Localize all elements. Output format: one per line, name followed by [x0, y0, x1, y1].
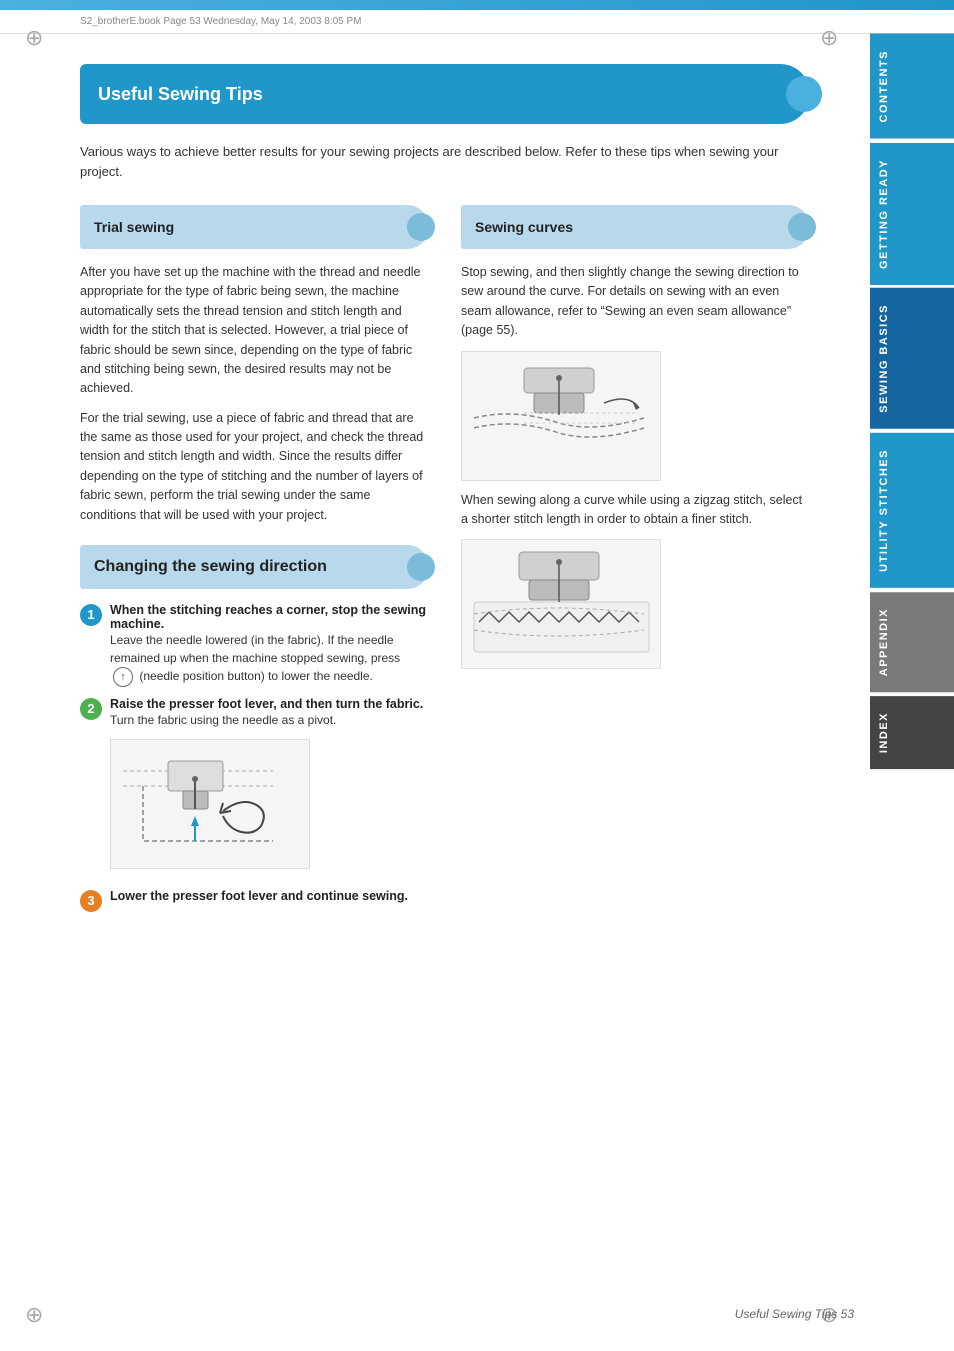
two-column-layout: Trial sewing After you have set up the m…	[80, 205, 810, 922]
content-area: Useful Sewing Tips Various ways to achie…	[0, 34, 870, 1314]
changing-direction-header: Changing the sewing direction	[80, 545, 429, 589]
step-1-content: When the stitching reaches a corner, sto…	[110, 603, 429, 687]
step-3-content: Lower the presser foot lever and continu…	[110, 889, 429, 903]
sidebar-tab-getting-ready[interactable]: GETTING READY	[870, 143, 954, 285]
step-1: 1 When the stitching reaches a corner, s…	[80, 603, 429, 687]
step-3-bold: Lower the presser foot lever and continu…	[110, 889, 429, 903]
needle-position-icon	[113, 667, 133, 687]
curve-sewing-svg-2	[464, 542, 659, 667]
curve-sewing-illustration-1	[461, 351, 661, 481]
left-column: Trial sewing After you have set up the m…	[80, 205, 429, 922]
step-2-number: 2	[80, 698, 102, 720]
changing-direction-title: Changing the sewing direction	[94, 558, 327, 576]
step-3: 3 Lower the presser foot lever and conti…	[80, 889, 429, 912]
trial-sewing-body2: For the trial sewing, use a piece of fab…	[80, 409, 429, 525]
step-2-bold: Raise the presser foot lever, and then t…	[110, 697, 429, 711]
crosshair-bottom-left	[25, 1302, 49, 1326]
step-1-text: Leave the needle lowered (in the fabric)…	[110, 631, 429, 687]
sidebar-tab-utility-stitches[interactable]: UTILITY STITCHES	[870, 433, 954, 588]
right-sidebar: CONTENTS GETTING READY SEWING BASICS UTI…	[870, 34, 954, 1314]
sidebar-tab-appendix[interactable]: APPENDIX	[870, 592, 954, 692]
trial-sewing-title: Trial sewing	[94, 219, 174, 235]
trial-sewing-header: Trial sewing	[80, 205, 429, 249]
main-section-header: Useful Sewing Tips	[80, 64, 810, 124]
sidebar-tab-sewing-basics[interactable]: SEWING BASICS	[870, 288, 954, 429]
main-wrapper: Useful Sewing Tips Various ways to achie…	[0, 34, 954, 1314]
step-1-number: 1	[80, 604, 102, 626]
sidebar-tab-contents[interactable]: CONTENTS	[870, 34, 954, 139]
sewing-curves-body2: When sewing along a curve while using a …	[461, 491, 810, 530]
step-2-text: Turn the fabric using the needle as a pi…	[110, 711, 429, 729]
crosshair-top-left	[25, 25, 49, 49]
main-section-title: Useful Sewing Tips	[98, 84, 263, 105]
page-header: S2_brotherE.book Page 53 Wednesday, May …	[0, 10, 954, 34]
file-info: S2_brotherE.book Page 53 Wednesday, May …	[80, 16, 361, 27]
curve-sewing-illustration-2	[461, 539, 661, 669]
sewing-curves-body1: Stop sewing, and then slightly change th…	[461, 263, 810, 341]
step-2-content: Raise the presser foot lever, and then t…	[110, 697, 429, 879]
page-footer: Useful Sewing Tips 53	[735, 1307, 854, 1321]
turning-fabric-illustration	[110, 739, 310, 869]
sewing-curves-header: Sewing curves	[461, 205, 810, 249]
intro-text: Various ways to achieve better results f…	[80, 142, 810, 181]
step-2: 2 Raise the presser foot lever, and then…	[80, 697, 429, 879]
footer-text: Useful Sewing Tips 53	[735, 1307, 854, 1321]
turning-fabric-svg	[113, 741, 308, 866]
crosshair-top-right	[820, 25, 844, 49]
right-column: Sewing curves Stop sewing, and then slig…	[461, 205, 810, 922]
step-1-bold: When the stitching reaches a corner, sto…	[110, 603, 429, 631]
sidebar-tab-index[interactable]: INDEX	[870, 696, 954, 769]
sewing-curves-title: Sewing curves	[475, 219, 573, 235]
step-3-number: 3	[80, 890, 102, 912]
curve-sewing-svg-1	[464, 353, 659, 478]
trial-sewing-body1: After you have set up the machine with t…	[80, 263, 429, 399]
top-blue-bar	[0, 0, 954, 10]
